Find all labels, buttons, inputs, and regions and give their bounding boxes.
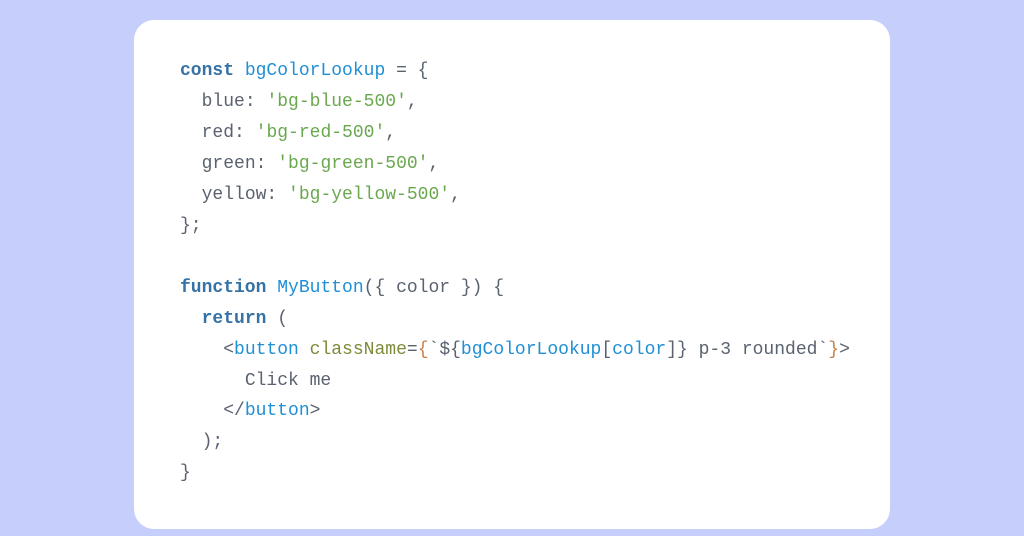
eq: = (407, 340, 418, 360)
prop-red: red (202, 123, 234, 143)
quote: ' (256, 123, 267, 143)
close-object: }; (180, 216, 202, 236)
string-red: bg-red-500 (266, 123, 374, 143)
button-text: Click me (245, 371, 331, 391)
angle-close: > (839, 340, 850, 360)
quote: ' (266, 92, 277, 112)
ref-bgColorLookup: bgColorLookup (461, 340, 601, 360)
colon: : (256, 154, 278, 174)
tag-button-open: button (234, 340, 299, 360)
colon: : (234, 123, 256, 143)
template-tail: p-3 rounded (688, 340, 818, 360)
fn-close: } (180, 463, 191, 483)
return-open: ( (266, 309, 288, 329)
string-blue: bg-blue-500 (277, 92, 396, 112)
colon: : (245, 92, 267, 112)
colon: : (266, 185, 288, 205)
punct: = { (385, 61, 428, 81)
prop-green: green (202, 154, 256, 174)
code-card: const bgColorLookup = { blue: 'bg-blue-5… (134, 20, 890, 529)
quote: ' (277, 154, 288, 174)
prop-yellow: yellow (202, 185, 267, 205)
ref-color: color (612, 340, 666, 360)
identifier-bgColorLookup: bgColorLookup (245, 61, 385, 81)
quote: ' (288, 185, 299, 205)
comma: , (450, 185, 461, 205)
interp-close: } (677, 340, 688, 360)
tag-button-close: button (245, 401, 310, 421)
bracket-open: [ (601, 340, 612, 360)
keyword-const: const (180, 61, 234, 81)
code-block: const bgColorLookup = { blue: 'bg-blue-5… (180, 56, 844, 489)
angle-close-open: </ (223, 401, 245, 421)
quote: ' (396, 92, 407, 112)
comma: , (385, 123, 396, 143)
attr-className: className (310, 340, 407, 360)
interp-open: ${ (439, 340, 461, 360)
string-yellow: bg-yellow-500 (299, 185, 439, 205)
comma: , (407, 92, 418, 112)
quote: ' (374, 123, 385, 143)
prop-blue: blue (202, 92, 245, 112)
paren-close: ); (202, 432, 224, 452)
fn-sig-open: ({ (364, 278, 396, 298)
backtick: ` (429, 340, 440, 360)
param-color: color (396, 278, 450, 298)
comma: , (428, 154, 439, 174)
angle-open: < (223, 340, 234, 360)
jsx-brace-open: { (418, 340, 429, 360)
backtick: ` (817, 340, 828, 360)
string-green: bg-green-500 (288, 154, 418, 174)
keyword-function: function (180, 278, 266, 298)
quote: ' (418, 154, 429, 174)
angle-close: > (310, 401, 321, 421)
jsx-brace-close: } (828, 340, 839, 360)
bracket-close: ] (666, 340, 677, 360)
identifier-MyButton: MyButton (277, 278, 363, 298)
keyword-return: return (202, 309, 267, 329)
fn-sig-close: }) { (450, 278, 504, 298)
quote: ' (439, 185, 450, 205)
